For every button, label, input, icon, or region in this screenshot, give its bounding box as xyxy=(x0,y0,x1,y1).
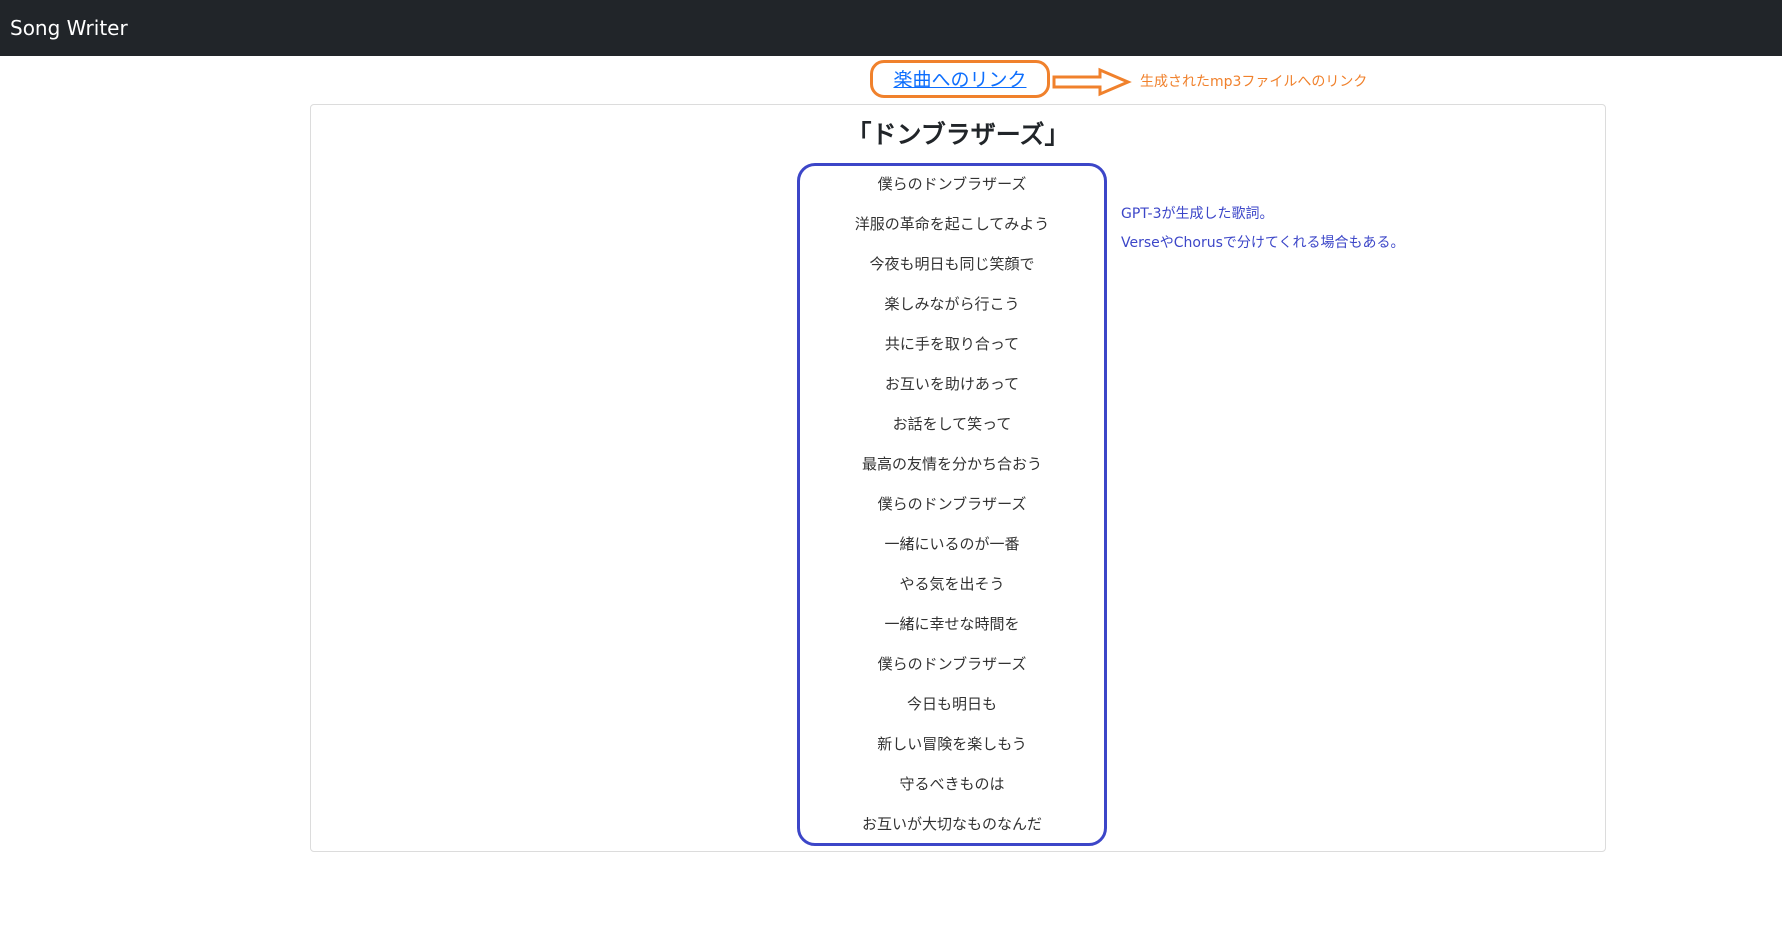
lyric-line: 今夜も明日も同じ笑顔で xyxy=(869,255,1035,273)
lyric-line: 洋服の革命を起こしてみよう xyxy=(854,215,1050,233)
lyric-line: 楽しみながら行こう xyxy=(884,295,1020,313)
navbar-brand[interactable]: Song Writer xyxy=(10,16,128,40)
song-title: 「ドンブラザーズ」 xyxy=(846,120,1070,149)
lyric-line: 僕らのドンブラザーズ xyxy=(877,655,1027,673)
link-annotation: 生成されたmp3ファイルへのリンク xyxy=(1140,74,1368,90)
lyric-line: お互いを助けあって xyxy=(884,375,1020,393)
lyrics-annotation: GPT-3が生成した歌詞。 VerseやChorusで分けてくれる場合もある。 xyxy=(1121,200,1404,258)
lyric-line: 共に手を取り合って xyxy=(884,335,1020,353)
lyrics-list: 僕らのドンブラザーズ 洋服の革命を起こしてみよう 今夜も明日も同じ笑顔で 楽しみながら… xyxy=(800,164,1104,844)
lyric-line: 僕らのドンブラザーズ xyxy=(877,175,1027,193)
top-navbar: Song Writer xyxy=(0,0,1782,56)
lyric-line: 一緒に幸せな時間を xyxy=(884,615,1020,633)
lyric-line: お話をして笑って xyxy=(892,415,1012,433)
lyric-line: やる気を出そう xyxy=(899,575,1005,593)
arrow-right-icon xyxy=(1052,67,1132,97)
lyric-line: 僕らのドンブラザーズ xyxy=(877,495,1027,513)
lyric-line: 守るべきものは xyxy=(899,775,1005,793)
song-mp3-link[interactable]: 楽曲へのリンク xyxy=(870,68,1050,92)
lyric-line: 今日も明日も xyxy=(906,695,997,713)
lyrics-annotation-line: VerseやChorusで分けてくれる場合もある。 xyxy=(1121,235,1405,251)
lyric-line: 新しい冒険を楽しもう xyxy=(877,735,1027,753)
lyrics-annotation-line: GPT-3が生成した歌詞。 xyxy=(1121,206,1274,222)
lyric-line: 一緒にいるのが一番 xyxy=(884,535,1020,553)
lyric-line: お互いが大切なものなんだ xyxy=(861,815,1042,833)
lyric-line: 最高の友情を分かち合おう xyxy=(861,455,1042,473)
